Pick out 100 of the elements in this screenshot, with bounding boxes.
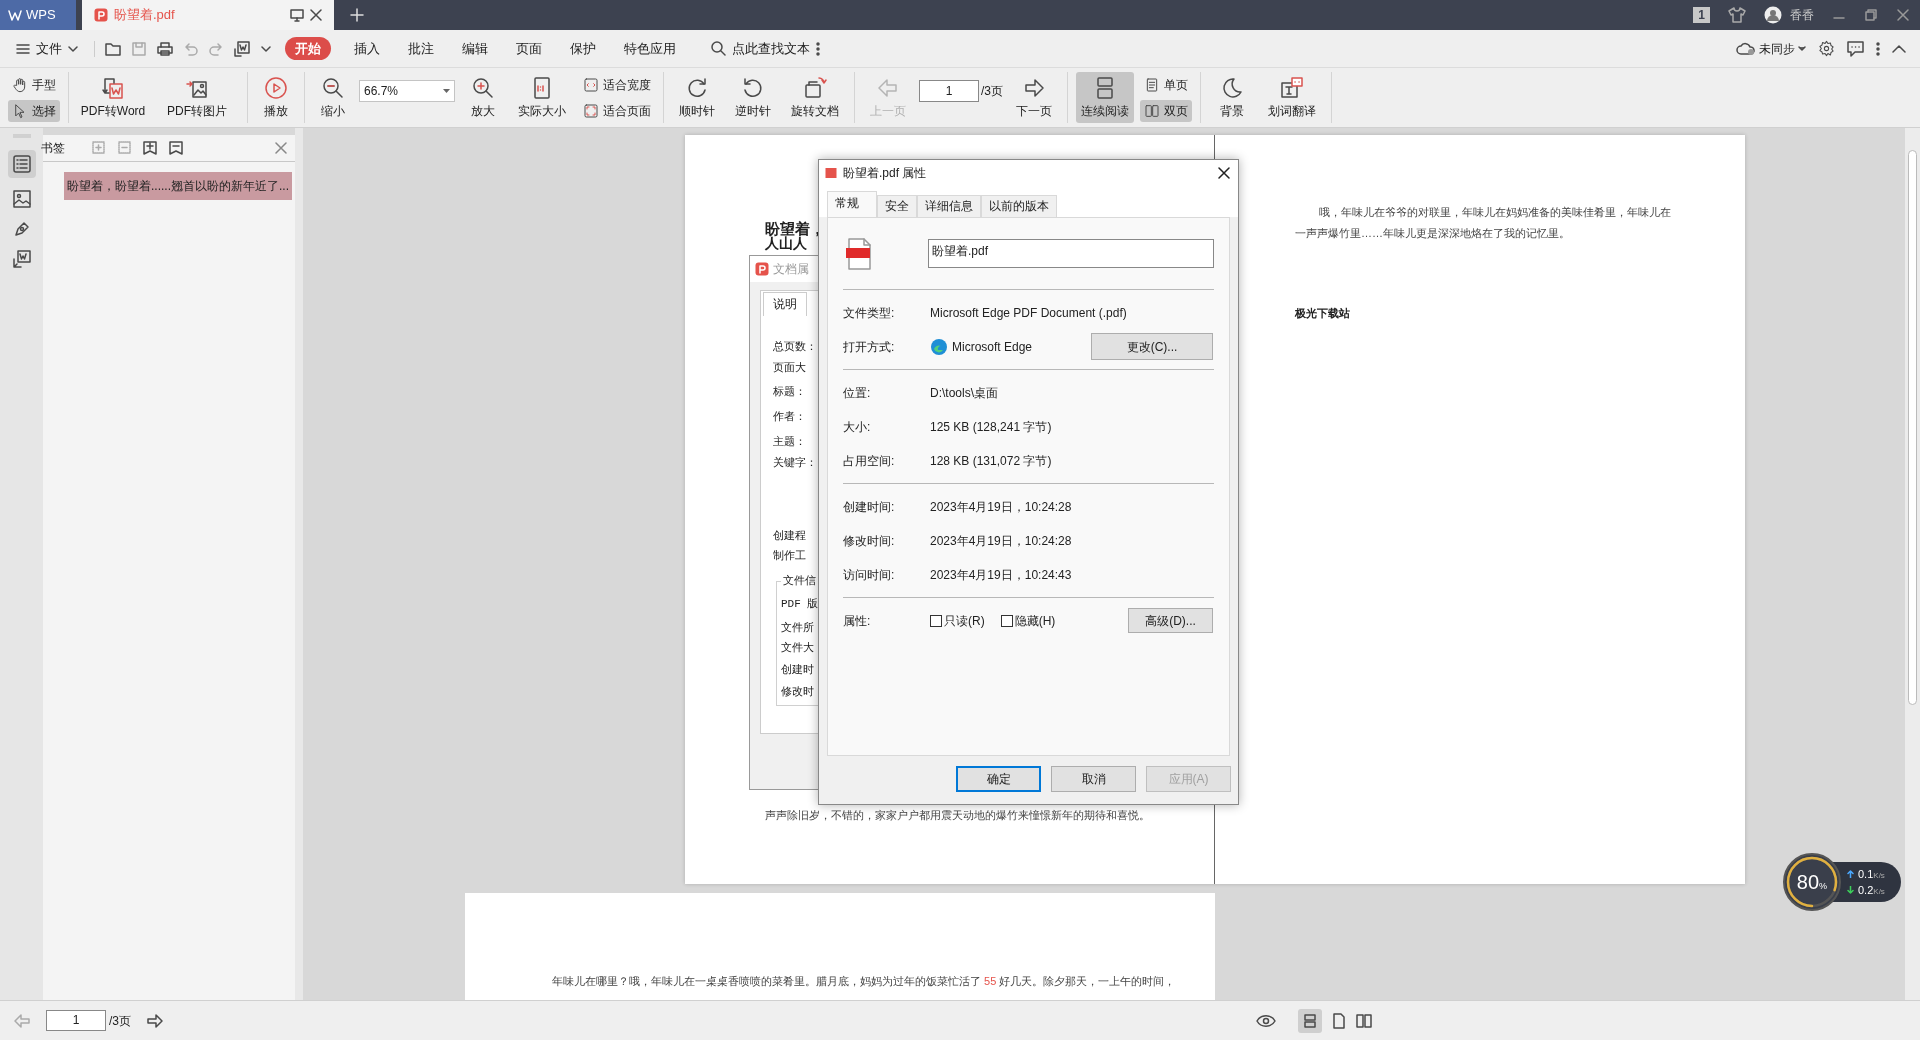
field-label: 大小: <box>843 418 872 436</box>
pen-icon[interactable] <box>12 220 31 238</box>
field-value: Microsoft Edge PDF Document (.pdf) <box>930 304 1127 322</box>
field-label: 文件大 <box>781 640 814 655</box>
field-value: 2023年4月19日，10:24:28 <box>930 532 1072 550</box>
add-tab-icon[interactable] <box>350 8 364 22</box>
search-link[interactable]: 点此查找文本 <box>732 38 810 59</box>
avatar-icon[interactable] <box>1764 6 1782 24</box>
dialog-tab[interactable]: 说明 <box>763 292 807 316</box>
toolbar-button[interactable]: 划词翻译 <box>1261 72 1323 123</box>
add-bookmark-icon[interactable] <box>143 141 157 155</box>
toolbar-button[interactable]: 连续阅读 <box>1076 72 1134 123</box>
filename-field[interactable]: 盼望着.pdf <box>928 239 1214 268</box>
rotate-clockwise-icon <box>685 75 709 100</box>
dialog-tab[interactable]: 安全 <box>877 195 917 217</box>
advanced-button[interactable]: 高级(D)... <box>1128 608 1213 633</box>
checkbox[interactable] <box>930 614 942 627</box>
field-label: PDF 版 <box>781 597 819 612</box>
dialog-tab[interactable]: 常规 <box>827 191 877 217</box>
user-name[interactable]: 香香 <box>1790 6 1814 24</box>
fit-width-icon <box>583 76 599 93</box>
close-icon[interactable] <box>310 9 322 21</box>
double-page-icon <box>1144 102 1160 119</box>
toolbar-button[interactable]: 播放 <box>256 72 296 123</box>
close-icon[interactable] <box>1218 166 1230 179</box>
ribbon-tab[interactable]: 批注 <box>397 36 445 61</box>
change-button[interactable]: 更改(C)... <box>1091 333 1213 360</box>
page-number-field[interactable]: 1 <box>46 1010 106 1031</box>
ribbon-tab[interactable]: 插入 <box>343 36 391 61</box>
upload-arrow-icon <box>1847 869 1854 878</box>
right-arrow-icon[interactable] <box>147 1013 163 1028</box>
ribbon-tab[interactable]: 编辑 <box>451 36 499 61</box>
page-number-field[interactable]: 1 <box>919 79 979 102</box>
toolbar-button[interactable]: PDF转Word <box>77 72 149 123</box>
field-value: 2023年4月19日，10:24:43 <box>930 566 1072 584</box>
caret-icon[interactable] <box>1798 46 1806 51</box>
more-icon[interactable] <box>816 41 820 56</box>
toolbar-button[interactable]: 放大 <box>461 72 505 123</box>
single-page-icon[interactable] <box>1332 1012 1346 1029</box>
toolbar-button[interactable]: 选择 <box>8 99 60 122</box>
dialog-tab[interactable]: 详细信息 <box>917 195 981 217</box>
toolbar-button[interactable]: 适合宽度 <box>579 73 655 96</box>
export-icon[interactable] <box>234 40 250 57</box>
field-label: 修改时 <box>781 684 814 699</box>
ribbon-tab[interactable]: 特色应用 <box>613 36 687 61</box>
field-value: 125 KB (128,241 字节) <box>930 418 1052 436</box>
toolbar-button[interactable]: 下一页 <box>1009 72 1059 123</box>
toolbar-button[interactable]: 顺时针 <box>672 72 722 123</box>
page-total: /3页 <box>109 1012 131 1030</box>
ribbon-tab[interactable]: 页面 <box>505 36 553 61</box>
window-count-badge[interactable]: 1 <box>1693 7 1710 23</box>
ribbon-tab[interactable]: 开始 <box>285 36 331 61</box>
double-page-icon[interactable] <box>1356 1012 1372 1029</box>
toolbar-button[interactable]: 实际大小 <box>511 72 573 123</box>
bookmark-icon[interactable] <box>169 141 183 155</box>
document-convert-icon[interactable] <box>12 250 31 268</box>
folder-icon[interactable] <box>105 41 121 56</box>
restore-icon[interactable] <box>1864 8 1878 22</box>
checkbox-label[interactable]: 只读(R) <box>944 611 985 630</box>
checkbox-label[interactable]: 隐藏(H) <box>1014 611 1056 630</box>
toolbar-button[interactable]: 适合页面 <box>579 99 655 122</box>
upload-speed: 0.1K/s <box>1858 866 1885 882</box>
comment-icon[interactable] <box>1847 40 1864 57</box>
monitor-icon[interactable] <box>290 8 304 22</box>
bookmark-item[interactable]: 盼望着，盼望着......翘首以盼的新年近了... <box>64 172 292 200</box>
toolbar-button[interactable]: 逆时针 <box>728 72 778 123</box>
cloud-icon[interactable] <box>1736 41 1756 56</box>
toolbar-button[interactable]: 缩小 <box>313 72 353 123</box>
dialog-button[interactable]: 取消 <box>1051 766 1136 792</box>
checkbox[interactable] <box>1000 614 1013 627</box>
app-tab[interactable]: WPS <box>0 0 76 30</box>
search-icon[interactable] <box>711 41 726 56</box>
toolbar-button[interactable]: 旋转文档 <box>784 72 846 123</box>
zoom-dropdown[interactable]: 66.7% <box>359 79 455 102</box>
file-menu[interactable]: 文件 <box>14 38 80 59</box>
settings-icon[interactable] <box>1818 40 1835 57</box>
caret-icon[interactable] <box>261 45 271 52</box>
page-text: 极光下载站 <box>1295 306 1350 321</box>
shirt-icon[interactable] <box>1728 7 1746 23</box>
dialog-tab[interactable]: 以前的版本 <box>981 195 1057 217</box>
toolbar-button[interactable]: 背景 <box>1209 72 1255 123</box>
more-icon[interactable] <box>1876 41 1880 56</box>
ribbon-tab[interactable]: 保护 <box>559 36 607 61</box>
dialog-button[interactable]: 确定 <box>956 766 1041 792</box>
toolbar-button[interactable]: PDF转图片 <box>155 72 239 123</box>
sync-status[interactable]: 未同步 <box>1759 39 1795 58</box>
print-icon[interactable] <box>157 41 173 56</box>
bookmark-panel-button[interactable] <box>7 150 36 178</box>
image-icon[interactable] <box>12 190 31 208</box>
field-label: 文件所 <box>781 620 814 635</box>
toolbar-button[interactable]: 单页 <box>1140 73 1192 96</box>
scrollbar[interactable] <box>1905 128 1920 1000</box>
continuous-view-button[interactable] <box>1298 1008 1322 1033</box>
toolbar-button[interactable]: 双页 <box>1140 99 1192 122</box>
field-label: 修改时间: <box>843 532 896 550</box>
toolbar-button[interactable]: 手型 <box>8 73 60 96</box>
collapse-icon[interactable] <box>1892 44 1906 53</box>
field-label: 文件类型: <box>843 304 896 322</box>
field-label: 主题： <box>773 434 806 449</box>
eye-icon[interactable] <box>1256 1013 1276 1028</box>
